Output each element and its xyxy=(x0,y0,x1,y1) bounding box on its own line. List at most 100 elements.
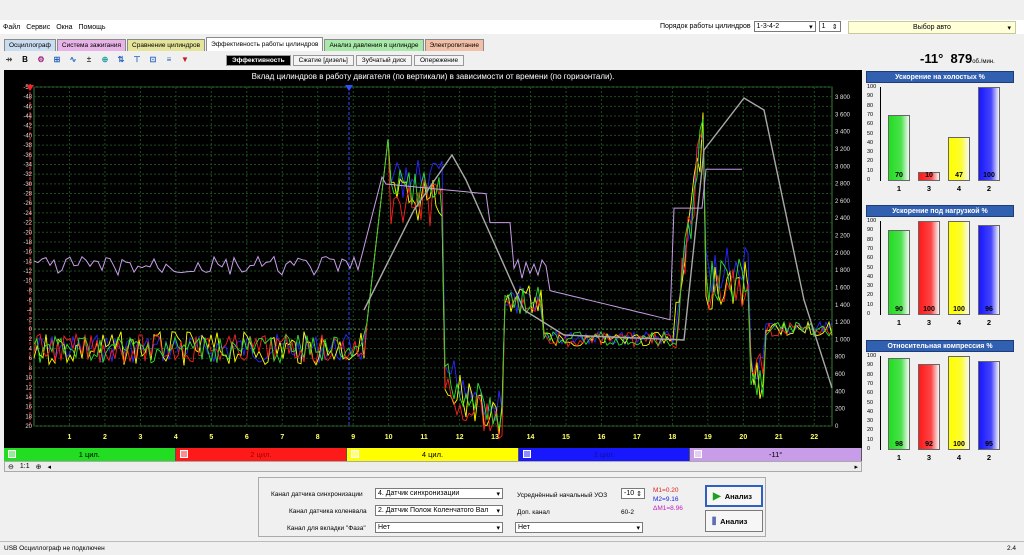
filter-icon[interactable]: ⊤ xyxy=(132,55,142,65)
firing-order-stepper[interactable]: 1 ⇕ xyxy=(818,21,841,32)
settings-panel: Канал датчика синхронизации 4. Датчик си… xyxy=(258,477,766,537)
rpm-value: 879 xyxy=(950,51,973,66)
metric-panel-title: Ускорение на холостых % xyxy=(866,71,1014,83)
metric-tick: 30 xyxy=(867,149,874,156)
extra-channel-select[interactable]: Нет ▾ xyxy=(515,522,643,533)
y-right-tick: 2 200 xyxy=(835,234,851,240)
metric-bar xyxy=(978,224,1000,315)
menu-service[interactable]: Сервис xyxy=(23,24,53,31)
chart-icon[interactable]: ⊡ xyxy=(148,55,158,65)
uoz-label: Усреднённый начальный УОЗ xyxy=(517,492,608,499)
analyze-button-label: Анализ xyxy=(724,491,752,501)
bars-icon[interactable]: ≡ xyxy=(164,55,174,65)
phase-channel-select[interactable]: Нет ▾ xyxy=(375,522,503,533)
legend-cyl-3[interactable]: 3 цил. xyxy=(518,448,691,461)
legend-checkbox[interactable] xyxy=(351,450,360,458)
sync-channel-value: 4. Датчик синхронизации xyxy=(378,490,460,497)
metric-tick: 40 xyxy=(867,408,874,415)
legend-checkbox[interactable] xyxy=(694,450,703,458)
cursor-icon[interactable]: ⇸ xyxy=(4,55,14,65)
metric-bar-label: 2 xyxy=(986,184,992,193)
legend-checkbox[interactable] xyxy=(179,450,188,458)
y-left-tick: -30 xyxy=(23,182,32,188)
legend-checkbox[interactable] xyxy=(8,450,16,458)
menu-windows[interactable]: Окна xyxy=(53,24,75,31)
legend-cyl-2[interactable]: 2 цил. xyxy=(175,448,348,461)
metric-panel: Ускорение на холостых % 100 90 80 70 60 50 40 30… xyxy=(866,71,1014,203)
x-tick: 6 xyxy=(245,434,249,441)
metric-tick: 0 xyxy=(867,446,871,452)
firing-order-select[interactable]: 1-3-4-2 ▾ xyxy=(753,21,816,32)
tab-cylinder-compare[interactable]: Сравнение цилиндров xyxy=(127,39,206,51)
marker-delta: ΔM1=8.96 xyxy=(653,505,683,512)
car-select-label: Выбор авто xyxy=(913,24,951,31)
metric-tick: 20 xyxy=(867,292,874,299)
scroll-right-icon[interactable]: ▸ xyxy=(854,463,858,471)
subtab-tooth-disk[interactable]: Зубчатый диск xyxy=(355,55,412,66)
menu-file[interactable]: Файл xyxy=(0,24,23,31)
y-right-tick: 0 xyxy=(835,424,839,430)
efficiency-chart[interactable]: Вклад цилиндров в работу двигателя (по в… xyxy=(4,70,862,448)
zoom-out-icon[interactable]: ⊖ xyxy=(8,463,14,471)
extra-channel-label: Доп. канал xyxy=(517,509,550,516)
x-tick: 20 xyxy=(739,434,747,441)
measure-icon[interactable]: ⊕ xyxy=(100,55,110,65)
metric-tick: 30 xyxy=(867,418,874,425)
tab-pressure-analysis[interactable]: Анализ давления в цилиндре xyxy=(324,39,424,51)
legend-cyl-1[interactable]: 1 цил. xyxy=(4,448,176,461)
legend-checkbox[interactable] xyxy=(522,450,531,458)
legend-cyl-4[interactable]: 4 цил. xyxy=(347,448,519,461)
sync-channel-label: Канал датчика синхронизации xyxy=(271,491,363,498)
marker-icon[interactable]: ▼ xyxy=(180,55,190,65)
analyze-bars-button[interactable]: ⫼ Анализ xyxy=(705,510,763,532)
metric-tick: 60 xyxy=(867,255,874,262)
x-tick: 17 xyxy=(633,434,641,441)
metric-panel-title: Относительная компрессия % xyxy=(866,340,1014,352)
metric-tick: 70 xyxy=(867,111,874,118)
y-left-tick: 10 xyxy=(25,376,32,382)
y-right-tick: 200 xyxy=(835,407,846,413)
metric-tick: 20 xyxy=(867,158,874,165)
legend-label: 4 цил. xyxy=(421,450,444,459)
play-icon: ▶ xyxy=(713,490,721,502)
tab-power-supply[interactable]: Электропитание xyxy=(424,39,485,51)
legend-advance[interactable]: -11° xyxy=(690,448,862,461)
tab-ignition[interactable]: Система зажигания xyxy=(56,39,127,51)
tab-cylinder-efficiency[interactable]: Эффективность работы цилиндров xyxy=(206,37,324,51)
metric-panel-title: Ускорение под нагрузкой % xyxy=(866,205,1014,217)
uoz-stepper[interactable]: -10 ⇕ xyxy=(621,488,645,499)
car-select[interactable]: Выбор авто ▾ xyxy=(848,21,1016,34)
analyze-button[interactable]: ▶ Анализ xyxy=(705,485,763,507)
chevron-down-icon: ▾ xyxy=(496,524,500,532)
tab-oscilloscope[interactable]: Осциллограф xyxy=(4,39,56,51)
metric-tick: 10 xyxy=(867,436,874,443)
metric-tick: 0 xyxy=(867,177,871,183)
grid-icon[interactable]: ⊞ xyxy=(52,55,62,65)
zoom-in-icon[interactable]: ⊕ xyxy=(36,463,42,471)
spin-icon: ⇕ xyxy=(636,490,642,498)
metric-bar xyxy=(978,87,1000,181)
y-right-tick: 1 200 xyxy=(835,320,851,326)
y-right-tick: 600 xyxy=(835,372,846,378)
scroll-left-icon[interactable]: ◂ xyxy=(47,463,51,471)
sync-channel-select[interactable]: 4. Датчик синхронизации ▾ xyxy=(375,488,503,499)
sync-icon[interactable]: ⇅ xyxy=(116,55,126,65)
wave-icon[interactable]: ∿ xyxy=(68,55,78,65)
metric-bar-label: 1 xyxy=(896,318,902,327)
y-left-tick: -48 xyxy=(23,95,32,101)
metric-bar-label: 2 xyxy=(986,318,992,327)
legend-label: 1 цил. xyxy=(78,450,100,459)
subtab-advance[interactable]: Опережение xyxy=(414,55,465,66)
metric-bar-label: 4 xyxy=(956,453,962,462)
zoom-bar: ⊖ 1:1 ⊕ ◂ ▸ xyxy=(4,461,862,472)
scale-icon[interactable]: ± xyxy=(84,55,94,65)
y-left-tick: -24 xyxy=(23,211,32,217)
subtab-efficiency[interactable]: Эффективность xyxy=(226,55,291,66)
settings-icon[interactable]: ⚙ xyxy=(36,55,46,65)
menu-help[interactable]: Помощь xyxy=(75,24,108,31)
metric-axis xyxy=(880,221,881,315)
crank-channel-select[interactable]: 2. Датчик Полож Коленчатого Вал ▾ xyxy=(375,505,503,516)
subtab-compression[interactable]: Сжатие [дизель] xyxy=(292,55,354,66)
metric-tick: 0 xyxy=(867,311,871,317)
bold-icon[interactable]: B xyxy=(20,55,30,65)
